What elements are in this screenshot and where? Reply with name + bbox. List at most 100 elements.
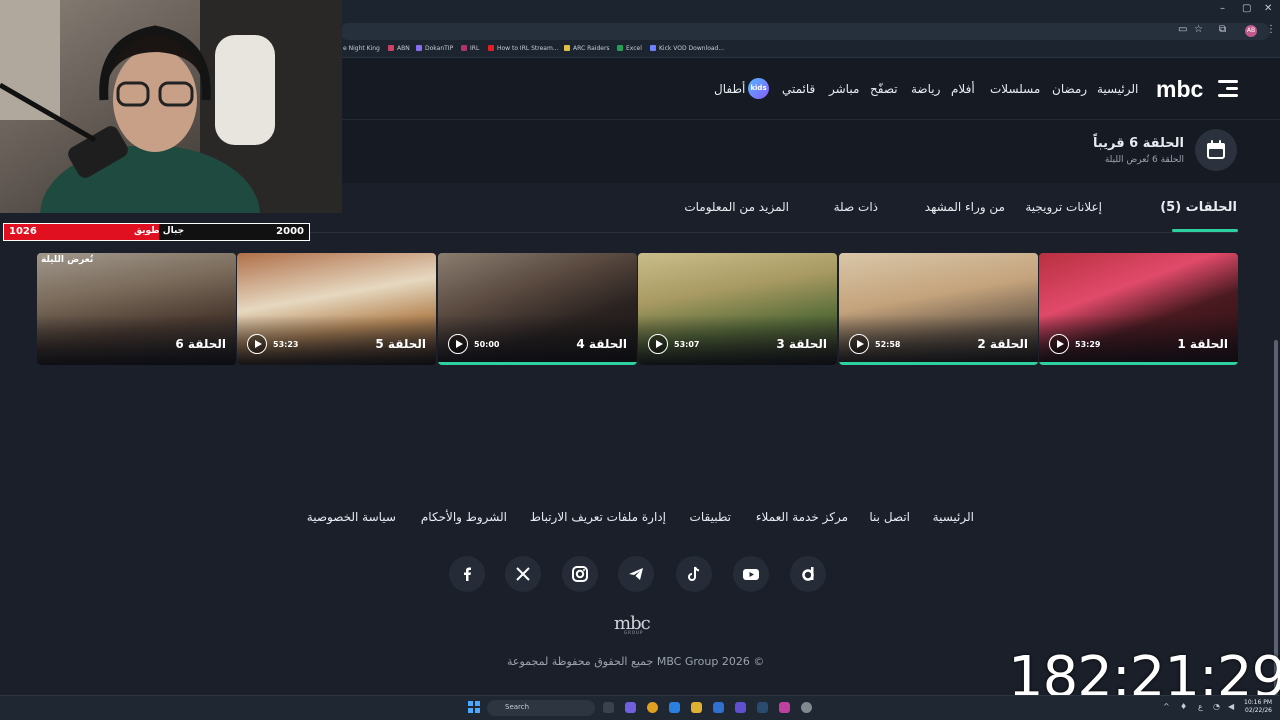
- copyright-text: جميع الحقوق محفوظة لمجموعة MBC Group 202…: [507, 655, 765, 668]
- tab-promos[interactable]: إعلانات ترويجية: [1025, 200, 1102, 214]
- extensions-icon[interactable]: ⧉: [1219, 24, 1226, 35]
- episode-card-3[interactable]: الحلقة 3 53:07: [638, 253, 837, 365]
- volume-icon[interactable]: ◀: [1228, 702, 1234, 711]
- language-icon[interactable]: ع: [1198, 702, 1203, 711]
- play-icon[interactable]: [247, 334, 267, 354]
- close-button[interactable]: ✕: [1264, 3, 1272, 14]
- nav-ramadan[interactable]: رمضان: [1052, 82, 1087, 96]
- youtube-icon[interactable]: [733, 556, 769, 592]
- facebook-icon[interactable]: [449, 556, 485, 592]
- bookmark-item[interactable]: ARC Raiders: [564, 45, 610, 52]
- goal-label: جبال طويق: [134, 226, 185, 236]
- kids-badge-icon[interactable]: kids: [748, 78, 769, 99]
- goal-current-value: 1026: [9, 226, 37, 237]
- store-icon[interactable]: [713, 702, 724, 713]
- install-app-icon[interactable]: ▭: [1178, 24, 1187, 35]
- play-icon[interactable]: [849, 334, 869, 354]
- play-icon[interactable]: [1049, 334, 1069, 354]
- nav-series[interactable]: مسلسلات: [990, 82, 1040, 96]
- screen: – ▢ ✕ ▭ ☆ ⧉ AB ⋮ e Night King ABN DokanT…: [0, 0, 1280, 720]
- telegram-icon[interactable]: [618, 556, 654, 592]
- d-icon[interactable]: [790, 556, 826, 592]
- footer-link-terms[interactable]: الشروط والأحكام: [421, 510, 507, 524]
- obs-icon[interactable]: [801, 702, 812, 713]
- nav-kids[interactable]: أطفال: [714, 82, 745, 96]
- tiktok-icon[interactable]: [676, 556, 712, 592]
- nav-live[interactable]: مباشر: [829, 82, 859, 96]
- tab-episodes[interactable]: الحلقات (5): [1160, 200, 1237, 215]
- episode-card-1[interactable]: الحلقة 1 53:29: [1039, 253, 1238, 365]
- copilot-icon[interactable]: [625, 702, 636, 713]
- minimize-button[interactable]: –: [1220, 3, 1225, 14]
- footer-link-privacy[interactable]: سياسة الخصوصية: [307, 510, 396, 524]
- goal-target-value: 2000: [276, 226, 304, 237]
- mail-icon[interactable]: [669, 702, 680, 713]
- calendar-icon-button: [1195, 129, 1237, 171]
- file-explorer-icon[interactable]: [691, 702, 702, 713]
- instagram-icon[interactable]: [562, 556, 598, 592]
- x-icon[interactable]: [505, 556, 541, 592]
- episode-card-5[interactable]: الحلقة 5 53:23: [237, 253, 436, 365]
- episode-title: الحلقة 2: [977, 337, 1028, 351]
- clock-time: 10:16 PM: [1244, 699, 1272, 706]
- footer-link-customer-service[interactable]: مركز خدمة العملاء: [756, 510, 848, 524]
- episode-duration: 53:07: [674, 340, 700, 349]
- stream-goal-bar: 1026 جبال طويق 2000: [3, 223, 310, 241]
- episode-card-2[interactable]: الحلقة 2 52:58: [839, 253, 1038, 365]
- bookmark-item[interactable]: e Night King: [343, 45, 380, 52]
- footer-link-home[interactable]: الرئيسية: [933, 510, 974, 524]
- microphone-icon[interactable]: ♦: [1180, 702, 1187, 711]
- bookmark-item[interactable]: DokanTIP: [416, 45, 453, 52]
- play-icon[interactable]: [448, 334, 468, 354]
- nav-sports[interactable]: رياضة: [911, 82, 940, 96]
- episode-progress-bar: [1039, 362, 1238, 365]
- airs-tonight-badge: تُعرض الليلة: [41, 255, 94, 265]
- next-episode-subtitle: الحلقة 6 تُعرض الليلة: [1104, 155, 1184, 165]
- bookmark-item[interactable]: How to IRL Stream...: [488, 45, 559, 52]
- tab-behind-the-scenes[interactable]: من وراء المشهد: [925, 200, 1005, 214]
- taskbar-search-label: Search: [505, 703, 530, 711]
- maximize-button[interactable]: ▢: [1242, 3, 1251, 14]
- discord-icon[interactable]: [735, 702, 746, 713]
- episode-card-4[interactable]: الحلقة 4 50:00: [438, 253, 637, 365]
- episode-title: الحلقة 1: [1177, 337, 1228, 351]
- taskbar-clock[interactable]: 10:16 PM 02/22/26: [1244, 699, 1272, 715]
- episode-progress-bar: [839, 362, 1038, 365]
- browser-menu-icon[interactable]: ⋮: [1266, 24, 1276, 35]
- page-scrollbar[interactable]: [1274, 340, 1278, 695]
- task-view-icon[interactable]: [603, 702, 614, 713]
- episode-progress-bar: [438, 362, 637, 365]
- episode-title: الحلقة 4: [576, 337, 627, 351]
- nav-my-list[interactable]: قائمتي: [782, 82, 815, 96]
- episode-card-6[interactable]: تُعرض الليلة الحلقة 6: [37, 253, 236, 365]
- steam-icon[interactable]: [757, 702, 768, 713]
- bookmark-star-icon[interactable]: ☆: [1194, 24, 1203, 35]
- bookmark-item[interactable]: Excel: [617, 45, 642, 52]
- play-icon[interactable]: [648, 334, 668, 354]
- app-icon[interactable]: [779, 702, 790, 713]
- tab-related[interactable]: ذات صلة: [834, 200, 878, 214]
- network-icon[interactable]: ◔: [1213, 702, 1220, 711]
- tray-chevron-icon[interactable]: ^: [1163, 702, 1170, 711]
- footer-link-apps[interactable]: تطبيقات: [690, 510, 731, 524]
- mbc-group-logo-sub: GROUP: [624, 630, 644, 635]
- nav-movies[interactable]: أفلام: [951, 82, 975, 96]
- bookmark-item[interactable]: IRL: [461, 45, 479, 52]
- calendar-icon: [1207, 140, 1225, 159]
- profile-avatar[interactable]: AB: [1245, 25, 1257, 37]
- nav-home[interactable]: الرئيسية: [1097, 82, 1138, 96]
- chrome-icon[interactable]: [647, 702, 658, 713]
- tab-more-info[interactable]: المزيد من المعلومات: [684, 200, 789, 214]
- windows-start-icon[interactable]: [468, 701, 480, 713]
- episode-title: الحلقة 6: [175, 337, 226, 351]
- taskbar-search[interactable]: Search: [487, 700, 595, 716]
- bookmark-item[interactable]: Kick VOD Download...: [650, 45, 724, 52]
- footer-link-contact[interactable]: اتصل بنا: [869, 510, 910, 524]
- mbc-logo[interactable]: mbc: [1156, 78, 1240, 100]
- episode-title: الحلقة 3: [776, 337, 827, 351]
- address-bar[interactable]: [340, 23, 1270, 40]
- nav-browse[interactable]: تصفّح: [870, 82, 898, 96]
- bookmark-item[interactable]: ABN: [388, 45, 410, 52]
- episode-duration: 52:58: [875, 340, 901, 349]
- footer-link-cookies[interactable]: إدارة ملفات تعريف الارتباط: [530, 510, 666, 524]
